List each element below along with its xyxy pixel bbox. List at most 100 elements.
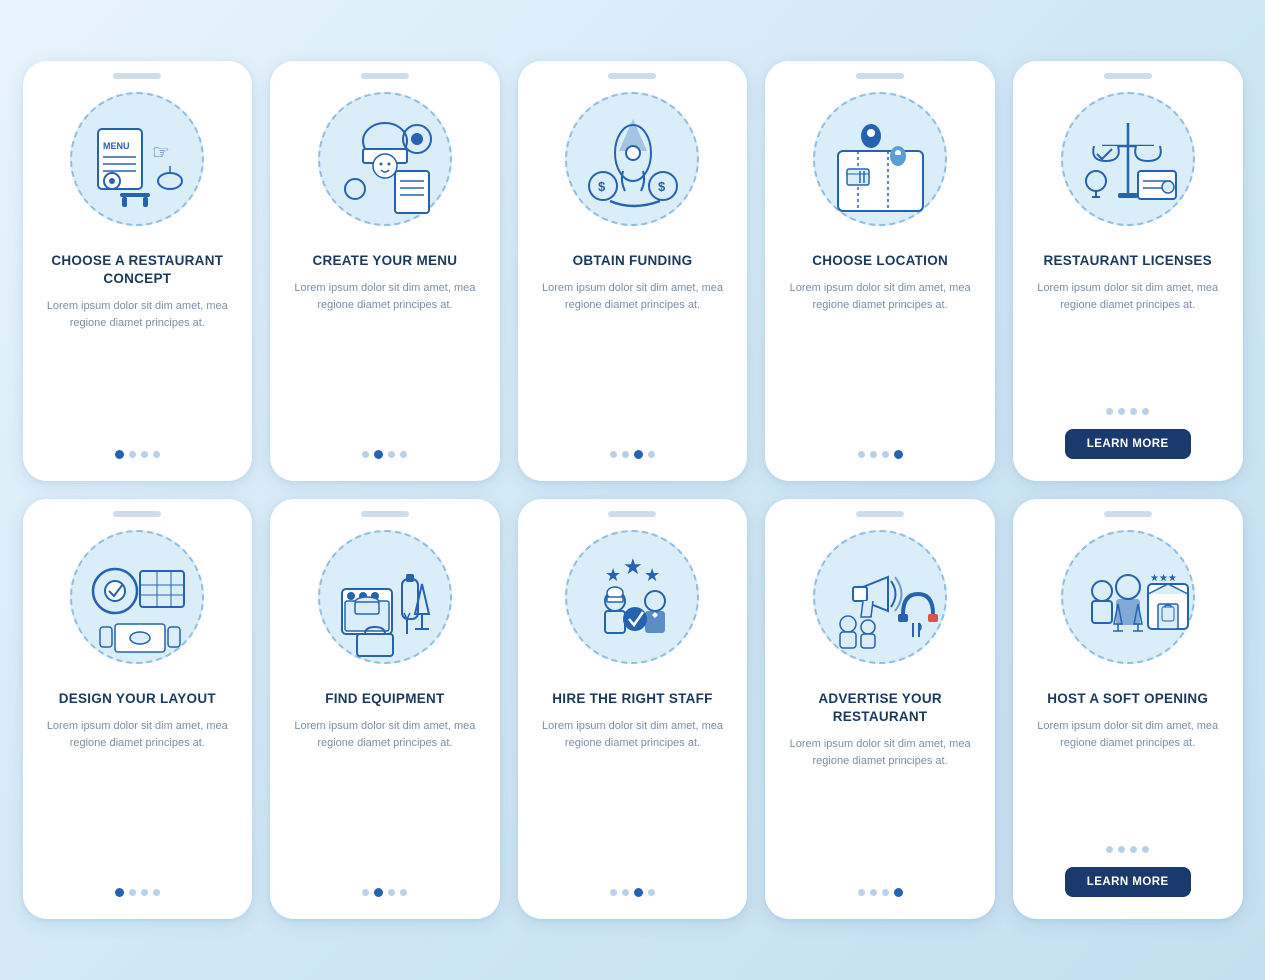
dot-3 — [141, 451, 148, 458]
dot-3 — [882, 889, 889, 896]
card-choose-concept: MENU ☞ CHOOSE A RESTAURANT CONCEPT Lo — [23, 61, 253, 481]
dot-3 — [1130, 846, 1137, 853]
dot-1 — [1106, 846, 1113, 853]
card-obtain-funding: $ $ OBTAIN FUNDING Lorem ipsum dolor sit… — [518, 61, 748, 481]
learn-more-button[interactable]: LEARN MORE — [1065, 429, 1191, 459]
card-body: Lorem ipsum dolor sit dim amet, mea regi… — [39, 298, 237, 436]
dot-2 — [129, 451, 136, 458]
location-illustration — [803, 81, 958, 236]
card-title: ADVERTISE YOUR RESTAURANT — [781, 690, 979, 726]
card-title: CHOOSE A RESTAURANT CONCEPT — [39, 252, 237, 288]
card-body: Lorem ipsum dolor sit dim amet, mea regi… — [534, 718, 732, 874]
svg-text:★: ★ — [605, 565, 621, 585]
dot-2 — [1118, 846, 1125, 853]
card-body: Lorem ipsum dolor sit dim amet, mea regi… — [1029, 718, 1227, 832]
svg-text:☞: ☞ — [152, 142, 170, 164]
dot-4 — [648, 451, 655, 458]
dot-4 — [153, 889, 160, 896]
pagination-dots — [610, 450, 655, 459]
dot-4 — [894, 888, 903, 897]
card-body: Lorem ipsum dolor sit dim amet, mea regi… — [286, 280, 484, 436]
pagination-dots — [115, 888, 160, 897]
dot-1 — [858, 889, 865, 896]
dot-1 — [1106, 408, 1113, 415]
card-title: OBTAIN FUNDING — [573, 252, 693, 270]
dot-2 — [622, 889, 629, 896]
card-body: Lorem ipsum dolor sit dim amet, mea regi… — [286, 718, 484, 874]
dot-4 — [400, 451, 407, 458]
opening-illustration: ★★★ — [1050, 519, 1205, 674]
menu-illustration — [307, 81, 462, 236]
pagination-dots — [1106, 408, 1149, 415]
card-body: Lorem ipsum dolor sit dim amet, mea regi… — [781, 736, 979, 874]
svg-text:★: ★ — [623, 554, 643, 579]
dot-4 — [153, 451, 160, 458]
card-design-layout: DESIGN YOUR LAYOUT Lorem ipsum dolor sit… — [23, 499, 253, 919]
dot-2 — [129, 889, 136, 896]
svg-text:$: $ — [658, 179, 666, 194]
dot-1 — [362, 889, 369, 896]
layout-illustration — [60, 519, 215, 674]
card-title: CREATE YOUR MENU — [312, 252, 457, 270]
dot-3 — [634, 450, 643, 459]
dot-3 — [141, 889, 148, 896]
card-create-menu: CREATE YOUR MENU Lorem ipsum dolor sit d… — [270, 61, 500, 481]
card-find-equipment: FIND EQUIPMENT Lorem ipsum dolor sit dim… — [270, 499, 500, 919]
dot-2 — [374, 450, 383, 459]
dot-4 — [400, 889, 407, 896]
card-body: Lorem ipsum dolor sit dim amet, mea regi… — [781, 280, 979, 436]
dot-4 — [1142, 846, 1149, 853]
card-title: RESTAURANT LICENSES — [1044, 252, 1212, 270]
dot-3 — [388, 889, 395, 896]
dot-4 — [1142, 408, 1149, 415]
card-body: Lorem ipsum dolor sit dim amet, mea regi… — [39, 718, 237, 874]
pagination-dots — [362, 888, 407, 897]
card-host-opening: ★★★ HOST A SOFT OPENING Lorem ipsum dolo… — [1013, 499, 1243, 919]
card-body: Lorem ipsum dolor sit dim amet, mea regi… — [534, 280, 732, 436]
dot-3 — [634, 888, 643, 897]
equipment-illustration — [307, 519, 462, 674]
card-title: HOST A SOFT OPENING — [1047, 690, 1208, 708]
dot-2 — [1118, 408, 1125, 415]
concept-illustration: MENU ☞ — [60, 81, 215, 236]
card-grid: MENU ☞ CHOOSE A RESTAURANT CONCEPT Lo — [23, 61, 1243, 919]
card-title: FIND EQUIPMENT — [325, 690, 444, 708]
learn-more-button-2[interactable]: LEARN MORE — [1065, 867, 1191, 897]
pagination-dots — [1106, 846, 1149, 853]
dot-3 — [1130, 408, 1137, 415]
dot-4 — [648, 889, 655, 896]
card-title: CHOOSE LOCATION — [812, 252, 948, 270]
pagination-dots — [610, 888, 655, 897]
dot-2 — [374, 888, 383, 897]
licenses-illustration — [1050, 81, 1205, 236]
pagination-dots — [362, 450, 407, 459]
dot-1 — [115, 888, 124, 897]
card-body: Lorem ipsum dolor sit dim amet, mea regi… — [1029, 280, 1227, 394]
dot-2 — [870, 451, 877, 458]
card-restaurant-licenses: RESTAURANT LICENSES Lorem ipsum dolor si… — [1013, 61, 1243, 481]
pagination-dots — [858, 888, 903, 897]
dot-2 — [622, 451, 629, 458]
staff-illustration: ★ ★ ★ — [555, 519, 710, 674]
svg-text:$: $ — [598, 179, 606, 194]
dot-3 — [882, 451, 889, 458]
dot-1 — [362, 451, 369, 458]
dot-2 — [870, 889, 877, 896]
funding-illustration: $ $ — [555, 81, 710, 236]
dot-1 — [858, 451, 865, 458]
card-hire-staff: ★ ★ ★ HIRE THE RIGHT STAFF Lorem ipsum — [518, 499, 748, 919]
svg-text:★: ★ — [644, 565, 660, 585]
pagination-dots — [115, 450, 160, 459]
dot-1 — [610, 889, 617, 896]
card-title: DESIGN YOUR LAYOUT — [59, 690, 216, 708]
pagination-dots — [858, 450, 903, 459]
dot-1 — [115, 450, 124, 459]
card-choose-location: CHOOSE LOCATION Lorem ipsum dolor sit di… — [765, 61, 995, 481]
svg-text:MENU: MENU — [103, 141, 130, 151]
dot-1 — [610, 451, 617, 458]
card-advertise-restaurant: ADVERTISE YOUR RESTAURANT Lorem ipsum do… — [765, 499, 995, 919]
card-title: HIRE THE RIGHT STAFF — [552, 690, 712, 708]
advertise-illustration — [803, 519, 958, 674]
dot-4 — [894, 450, 903, 459]
svg-text:★★★: ★★★ — [1150, 573, 1177, 584]
